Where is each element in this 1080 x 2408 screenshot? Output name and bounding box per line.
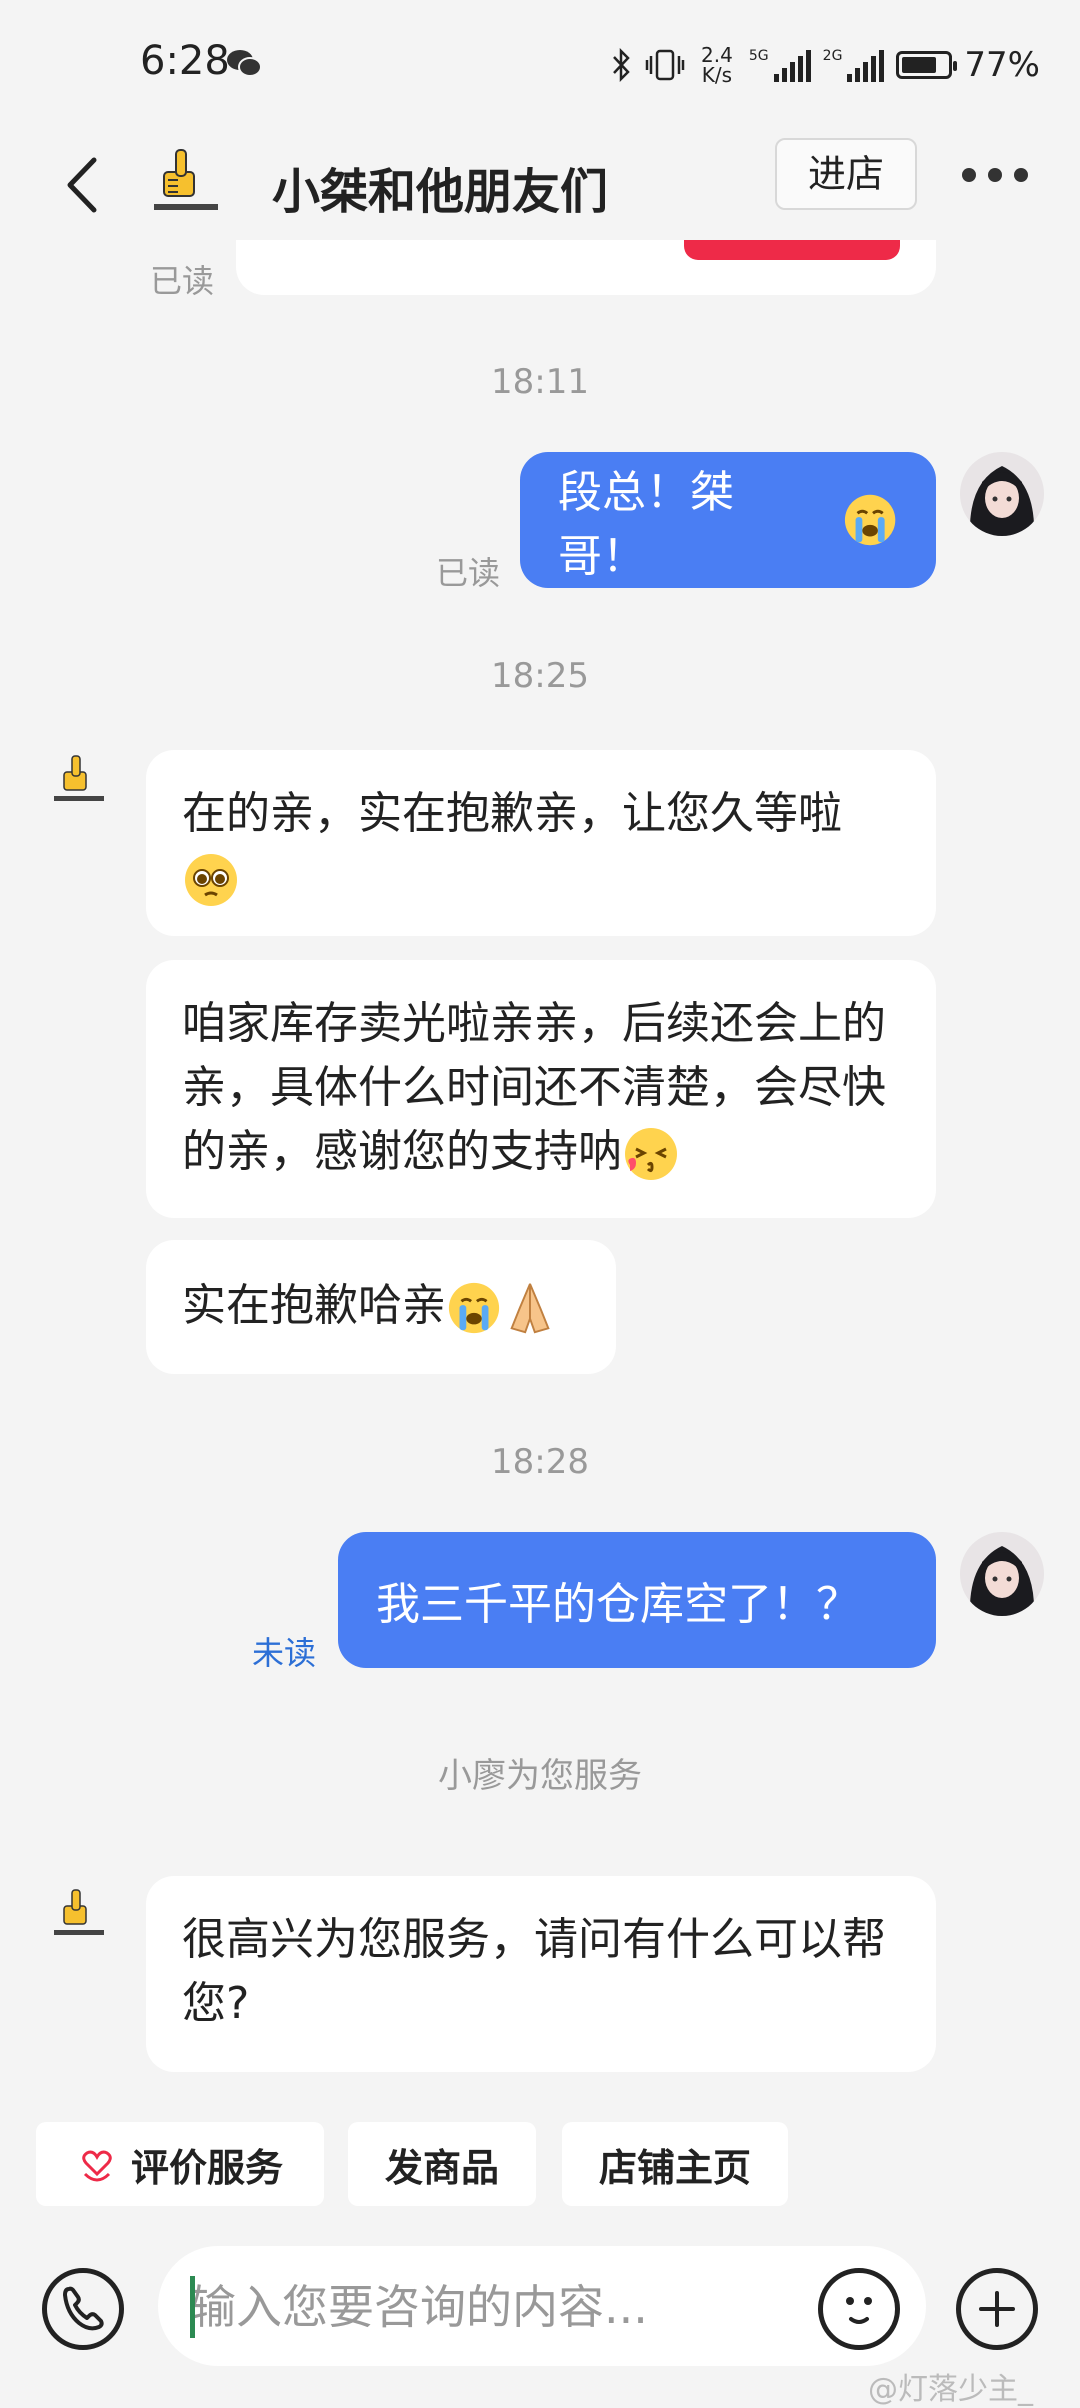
chat-header: 小桀和他朋友们 进店 (0, 130, 1080, 240)
incoming-message[interactable]: 在的亲，实在抱歉亲，让您久等啦 (146, 750, 936, 936)
unread-status-label: 未读 (252, 1634, 317, 1672)
back-arrow-icon[interactable] (58, 150, 108, 220)
message-text: 很高兴为您服务，请问有什么可以帮您? (182, 1914, 886, 2029)
net-speed: 2.4 K/s (697, 45, 737, 85)
battery-icon (896, 51, 958, 79)
outgoing-message[interactable]: 我三千平的仓库空了！？ (338, 1532, 936, 1668)
battery-percent: 77% (964, 45, 1040, 85)
message-input[interactable] (188, 2246, 752, 2368)
phone-icon (63, 2286, 104, 2331)
shop-name: 小桀和他朋友们 (272, 164, 609, 220)
enter-shop-button[interactable]: 进店 (775, 138, 917, 210)
rate-service-button[interactable]: 评价服务 (36, 2122, 324, 2206)
signal-2g-label: 2G (822, 48, 843, 64)
read-status-label: 已读 (150, 262, 215, 300)
partial-message-card[interactable] (236, 240, 936, 295)
incoming-message[interactable]: 很高兴为您服务，请问有什么可以帮您? (146, 1876, 936, 2072)
crying-emoji-icon (844, 494, 896, 546)
crying-emoji-icon (448, 1282, 500, 1334)
net-speed-unit: K/s (701, 63, 733, 87)
phone-call-button[interactable] (42, 2268, 124, 2350)
pleading-face-icon (185, 854, 237, 906)
text-cursor (190, 2276, 195, 2338)
send-product-button[interactable]: 发商品 (348, 2122, 536, 2206)
message-text: 在的亲，实在抱歉亲，让您久等啦 (182, 788, 842, 839)
net-speed-value: 2.4 (700, 43, 733, 67)
message-text: 我三千平的仓库空了！？ (376, 1579, 860, 1630)
incoming-message[interactable]: 咱家库存卖光啦亲亲，后续还会上的亲，具体什么时间还不清楚，会尽快的亲，感谢您的支… (146, 960, 936, 1218)
watermark: @灯落少主_ (868, 2372, 1033, 2407)
user-avatar[interactable] (960, 1532, 1044, 1616)
system-notice: 小廖为您服务 (438, 1756, 642, 1796)
status-icons: 2.4 K/s 5G 2G 77% (611, 40, 1040, 90)
smiley-icon (846, 2297, 872, 2324)
add-more-button[interactable] (956, 2268, 1038, 2350)
kissing-face-icon (625, 1128, 677, 1180)
shop-logo[interactable] (146, 144, 226, 224)
shop-avatar[interactable] (50, 752, 108, 810)
vibrate-icon (645, 49, 685, 81)
rate-service-label: 评价服务 (130, 2145, 283, 2190)
status-bar: 6:28 2.4 K/s 5G 2G 77% (0, 0, 1080, 130)
timestamp: 18:28 (491, 1442, 589, 1482)
shop-avatar[interactable] (50, 1886, 108, 1944)
signal-5g-label: 5G (748, 48, 769, 64)
incoming-message[interactable]: 实在抱歉哈亲 (146, 1240, 616, 1374)
more-options-icon[interactable] (962, 168, 1028, 182)
plus-icon (979, 2291, 1015, 2327)
read-status-label: 已读 (436, 554, 501, 592)
praying-hands-icon (510, 1283, 550, 1334)
clock: 6:28 (140, 38, 230, 84)
message-text: 实在抱歉哈亲 (182, 1280, 446, 1331)
timestamp: 18:11 (491, 362, 589, 402)
timestamp: 18:25 (491, 656, 589, 696)
red-action-strip (684, 240, 900, 260)
heart-hands-icon (82, 2150, 112, 2182)
user-avatar[interactable] (960, 452, 1044, 536)
bluetooth-icon (612, 48, 630, 82)
signal-5g-icon: 5G (749, 48, 811, 82)
outgoing-message[interactable]: 段总！桀哥！ (520, 452, 936, 588)
wechat-icon (227, 50, 262, 77)
shop-home-button[interactable]: 店铺主页 (562, 2122, 788, 2206)
emoji-button[interactable] (818, 2268, 900, 2350)
message-input-container[interactable] (158, 2246, 926, 2368)
message-text: 咱家库存卖光啦亲亲，后续还会上的亲，具体什么时间还不清楚，会尽快的亲，感谢您的支… (182, 998, 886, 1177)
message-text: 段总！桀哥！ (558, 467, 734, 582)
signal-2g-icon: 2G (823, 48, 885, 82)
